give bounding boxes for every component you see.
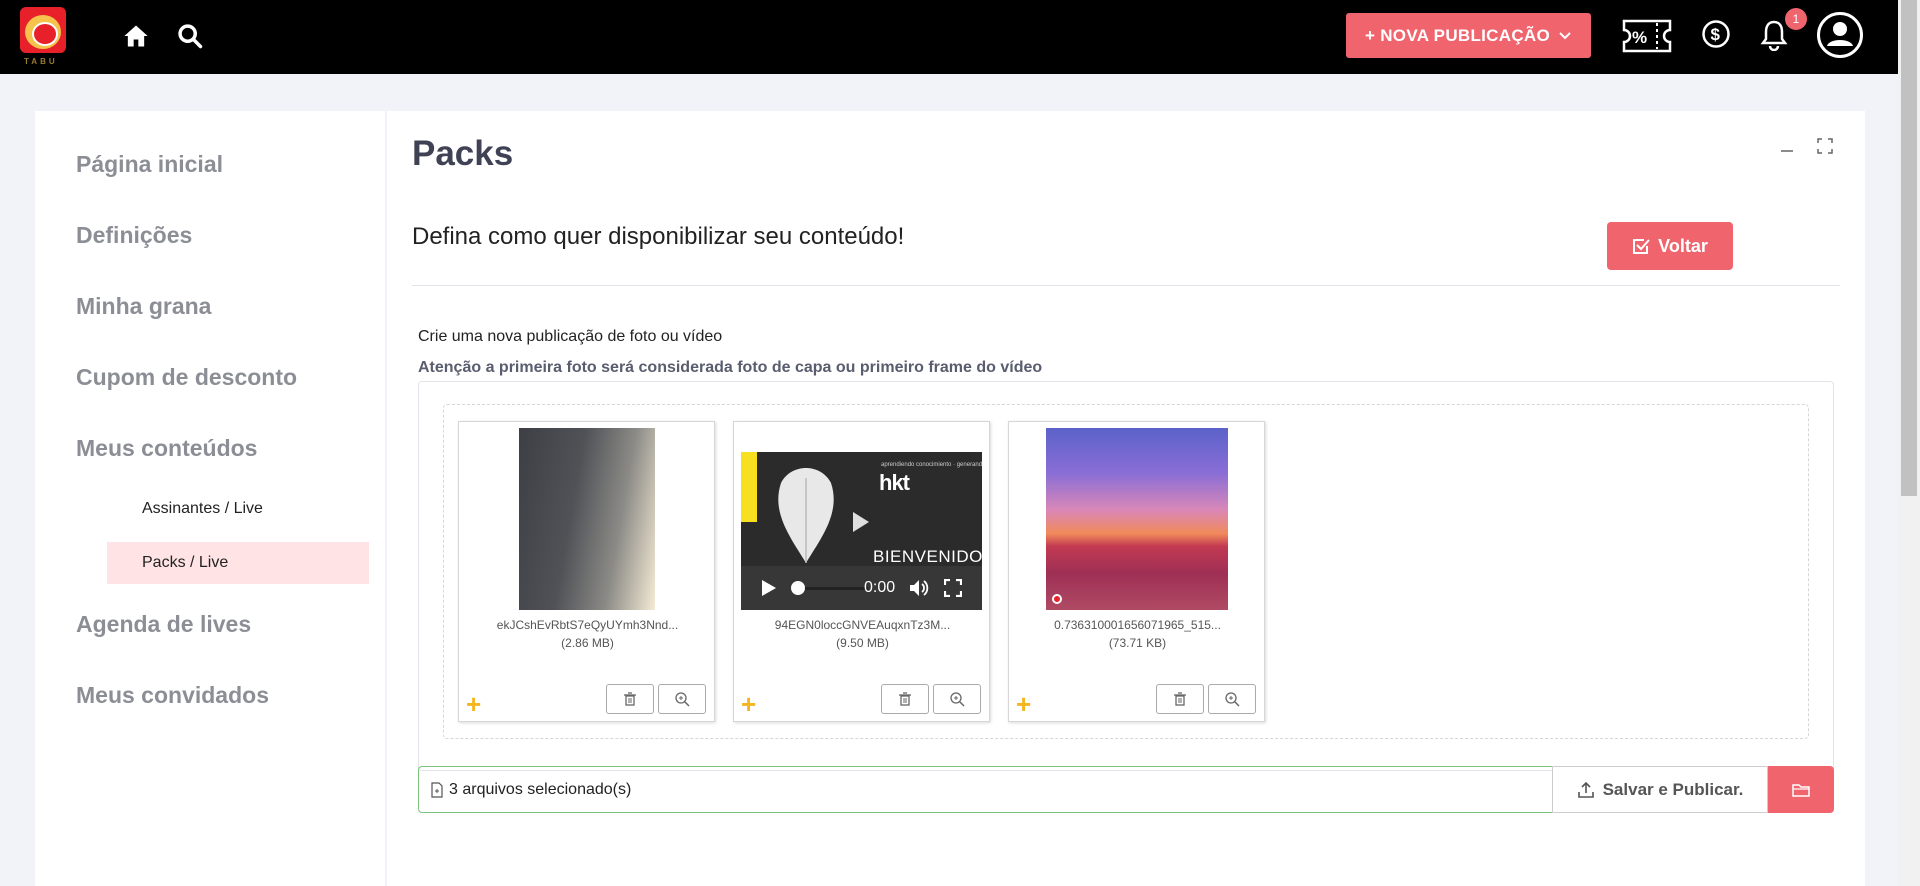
sidebar-item-live-schedule[interactable]: Agenda de lives (76, 611, 251, 638)
new-post-button[interactable]: + NOVA PUBLICAÇÃO (1346, 13, 1591, 58)
coupon-icon[interactable]: % (1621, 18, 1673, 54)
file-name: 94EGN0loccGNVEAuqxnTz3M... (774, 618, 951, 632)
file-thumbnail: 0.736310001656071965_515... (73.71 KB) + (1008, 421, 1265, 722)
top-bar: TABU + NOVA PUBLICAÇÃO % $ 1 (0, 0, 1920, 74)
zoom-in-icon (675, 692, 690, 707)
sidebar-subitem-packs-live[interactable]: Packs / Live (107, 542, 369, 584)
video-progress-track[interactable] (796, 587, 868, 590)
info-text: Crie uma nova publicação de foto ou víde… (418, 328, 723, 345)
zoom-in-icon (1225, 692, 1240, 707)
zoom-button[interactable] (658, 684, 706, 714)
sidebar-item-guests[interactable]: Meus convidados (76, 682, 269, 709)
chevron-down-icon (1559, 31, 1571, 39)
trash-icon (899, 692, 911, 706)
video-progress-handle[interactable] (791, 581, 805, 595)
delete-button[interactable] (606, 684, 654, 714)
image-preview[interactable] (519, 428, 655, 610)
brand-logo[interactable]: TABU (20, 7, 66, 66)
selected-files-field[interactable]: 3 arquivos selecionado(s) (418, 766, 1552, 813)
volume-icon[interactable] (909, 579, 929, 597)
video-preview[interactable]: aprendiendo conocimiento · generando val… (741, 452, 982, 610)
video-time: 0:00 (864, 579, 896, 596)
watermark-logo (1052, 594, 1062, 604)
divider (412, 285, 1840, 286)
back-button-label: Voltar (1658, 235, 1708, 256)
bell-icon[interactable] (1760, 19, 1788, 51)
main-card: Packs Defina como quer disponibilizar se… (387, 111, 1865, 886)
file-name: 0.736310001656071965_515... (1054, 618, 1221, 632)
save-publish-label: Salvar e Publicar. (1602, 779, 1744, 799)
new-post-label: + NOVA PUBLICAÇÃO (1364, 25, 1551, 45)
page-title: Packs (412, 134, 514, 173)
user-avatar-icon[interactable] (1816, 11, 1864, 59)
file-size: (73.71 KB) (1108, 636, 1167, 650)
fullscreen-video-icon[interactable] (944, 579, 962, 597)
page-subtitle: Defina como quer disponibilizar seu cont… (412, 223, 905, 250)
sidebar-subitem-subscribers-live[interactable]: Assinantes / Live (107, 488, 369, 530)
brand-logo-text: TABU (24, 57, 58, 66)
zoom-button[interactable] (933, 684, 981, 714)
file-thumbnail: aprendiendo conocimiento · generando val… (733, 421, 990, 722)
sidebar: Página inicial Definições Minha grana Cu… (35, 111, 385, 886)
delete-button[interactable] (881, 684, 929, 714)
feather-image (778, 468, 834, 563)
sidebar-item-coupons[interactable]: Cupom de desconto (76, 364, 297, 391)
back-button[interactable]: Voltar (1607, 222, 1733, 270)
upload-icon (1577, 781, 1594, 798)
sidebar-item-settings[interactable]: Definições (76, 222, 192, 249)
zoom-in-icon (950, 692, 965, 707)
trash-icon (624, 692, 636, 706)
sidebar-item-my-content[interactable]: Meus conteúdos (76, 435, 257, 462)
play-overlay-icon[interactable] (851, 510, 871, 534)
search-icon[interactable] (176, 22, 204, 50)
minimize-icon[interactable] (1780, 144, 1794, 158)
selected-files-text: 3 arquivos selecionado(s) (449, 780, 632, 798)
scrollbar-thumb[interactable] (1901, 0, 1917, 496)
delete-button[interactable] (1156, 684, 1204, 714)
add-icon[interactable]: + (1016, 691, 1031, 717)
notification-badge: 1 (1785, 8, 1807, 30)
sidebar-item-earnings[interactable]: Minha grana (76, 293, 211, 320)
play-icon[interactable] (761, 579, 777, 597)
video-controls: 0:00 (741, 566, 982, 610)
file-size: (2.86 MB) (561, 636, 614, 650)
svg-text:%: % (1632, 28, 1647, 47)
drop-zone[interactable]: ekJCshEvRbtS7eQyUYmh3Nnd... (2.86 MB) + (443, 404, 1809, 739)
image-preview[interactable] (1046, 428, 1228, 610)
file-size: (9.50 MB) (836, 636, 889, 650)
sidebar-item-home[interactable]: Página inicial (76, 151, 223, 178)
trash-icon (1174, 692, 1186, 706)
browse-files-button[interactable] (1768, 766, 1834, 813)
file-thumbnail: ekJCshEvRbtS7eQyUYmh3Nnd... (2.86 MB) + (458, 421, 715, 722)
add-icon[interactable]: + (741, 691, 756, 717)
zoom-button[interactable] (1208, 684, 1256, 714)
svg-text:$: $ (1711, 25, 1721, 44)
video-brand-text: hkt (879, 470, 910, 495)
fullscreen-icon[interactable] (1817, 138, 1833, 154)
checkbox-icon (1633, 239, 1650, 254)
file-name: ekJCshEvRbtS7eQyUYmh3Nnd... (496, 618, 679, 632)
folder-icon (1792, 783, 1810, 797)
file-upload-area: ekJCshEvRbtS7eQyUYmh3Nnd... (2.86 MB) + (418, 381, 1834, 771)
add-icon[interactable]: + (466, 691, 481, 717)
cover-warning-text: Atenção a primeira foto será considerada… (418, 359, 1043, 376)
home-icon[interactable] (122, 22, 150, 50)
file-icon (431, 781, 443, 798)
dollar-icon[interactable]: $ (1701, 19, 1731, 49)
video-overlay-text: BIENVENIDOS (873, 547, 982, 566)
page-scrollbar[interactable] (1898, 0, 1920, 886)
save-publish-button[interactable]: Salvar e Publicar. (1552, 766, 1768, 813)
